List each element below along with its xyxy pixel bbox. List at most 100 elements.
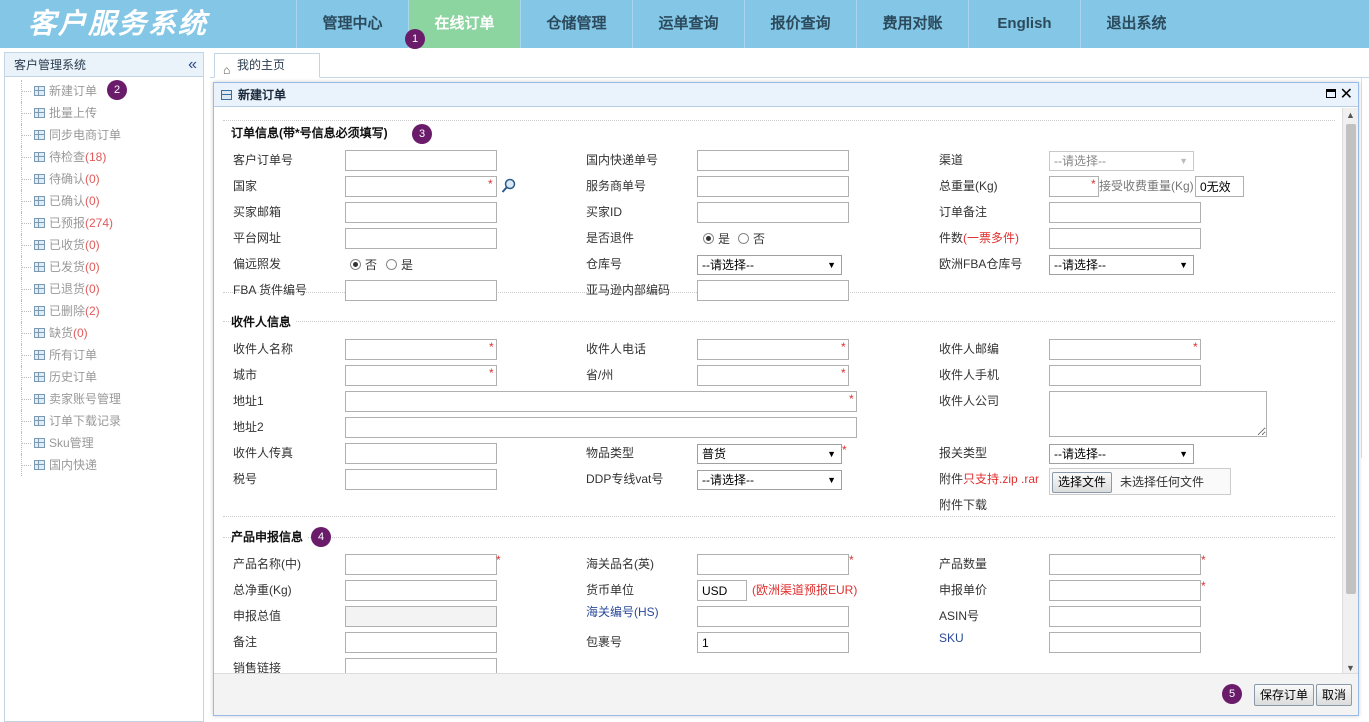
eu-fba-select[interactable]: --请选择-- ▼ <box>1049 255 1194 275</box>
cancel-button[interactable]: 取消 <box>1316 684 1353 706</box>
asin-input[interactable] <box>1049 606 1201 627</box>
sidebar-item[interactable]: 历史订单 <box>5 366 203 388</box>
remote-no-radio[interactable] <box>350 259 361 270</box>
sidebar-item[interactable]: 国内快递 <box>5 454 203 476</box>
address1-input[interactable] <box>345 391 857 412</box>
receiver-company-textarea[interactable] <box>1049 391 1267 437</box>
search-icon[interactable] <box>501 178 517 194</box>
label-receiver-mobile: 收件人手机 <box>939 368 1000 382</box>
ddp-vat-select[interactable]: --请选择-- ▼ <box>697 470 842 490</box>
receiver-fax-input[interactable] <box>345 443 497 464</box>
sidebar-item[interactable]: 批量上传 <box>5 102 203 124</box>
service-no-input[interactable] <box>697 176 849 197</box>
product-name-cn-input[interactable] <box>345 554 497 575</box>
domestic-express-no-input[interactable] <box>697 150 849 171</box>
save-order-button[interactable]: 保存订单 <box>1254 684 1315 706</box>
return-yes-radio[interactable] <box>703 233 714 244</box>
amazon-code-input[interactable] <box>697 280 849 301</box>
label-address2: 地址2 <box>233 420 264 434</box>
tab-home-label: 我的主页 <box>237 58 286 72</box>
sidebar-item[interactable]: 已退货(0) <box>5 278 203 300</box>
currency-input[interactable] <box>697 580 747 601</box>
product-qty-input[interactable] <box>1049 554 1201 575</box>
nav-english[interactable]: English <box>968 0 1080 48</box>
collapse-icon[interactable]: « <box>188 55 197 75</box>
remote-yes-radio[interactable] <box>386 259 397 270</box>
label-gross-weight: 总重量(Kg) <box>939 179 998 193</box>
nav-quote-query[interactable]: 报价查询 <box>744 0 856 48</box>
close-icon[interactable]: ✕ <box>1340 83 1353 107</box>
required-mark: * <box>489 340 494 354</box>
label-sku[interactable]: SKU <box>939 628 964 648</box>
sidebar-item[interactable]: 已发货(0) <box>5 256 203 278</box>
sidebar-item[interactable]: 新建订单 <box>5 80 203 102</box>
scroll-up-icon[interactable]: ▲ <box>1346 110 1355 120</box>
buyer-id-input[interactable] <box>697 202 849 223</box>
nav-warehouse[interactable]: 仓储管理 <box>520 0 632 48</box>
city-input[interactable] <box>345 365 497 386</box>
label-city: 城市 <box>233 368 258 382</box>
required-mark: * <box>849 392 854 406</box>
sidebar-item[interactable]: Sku管理 <box>5 432 203 454</box>
pieces-input[interactable] <box>1049 228 1201 249</box>
address2-input[interactable] <box>345 417 857 438</box>
sidebar-item[interactable]: 同步电商订单 <box>5 124 203 146</box>
app-logo: 客户服务系统 <box>28 7 209 40</box>
remark-input[interactable] <box>345 632 497 653</box>
platform-url-input[interactable] <box>345 228 497 249</box>
sidebar-item-label: 待确认 <box>49 172 86 186</box>
package-no-input[interactable] <box>697 632 849 653</box>
nav-waybill-query[interactable]: 运单查询 <box>632 0 744 48</box>
customs-name-en-input[interactable] <box>697 554 849 575</box>
order-note-input[interactable] <box>1049 202 1201 223</box>
dialog-scrollbar[interactable]: ▲ ▼ <box>1342 108 1358 675</box>
goods-type-select[interactable]: 普货 ▼ <box>697 444 842 464</box>
return-no-radio[interactable] <box>738 233 749 244</box>
sidebar-item[interactable]: 已预报(274) <box>5 212 203 234</box>
sku-input[interactable] <box>1049 632 1201 653</box>
sidebar-item[interactable]: 缺货(0) <box>5 322 203 344</box>
sidebar-item[interactable]: 订单下载记录 <box>5 410 203 432</box>
sidebar-item[interactable]: 待确认(0) <box>5 168 203 190</box>
accept-weight-input[interactable] <box>1195 176 1244 197</box>
sidebar-item-label: 批量上传 <box>49 106 98 120</box>
state-input[interactable] <box>697 365 849 386</box>
grid-icon <box>34 174 45 184</box>
unit-price-input[interactable] <box>1049 580 1201 601</box>
sidebar-item[interactable]: 卖家账号管理 <box>5 388 203 410</box>
sidebar-item[interactable]: 已收货(0) <box>5 234 203 256</box>
background-page-edge <box>1361 78 1369 458</box>
scrollbar-thumb[interactable] <box>1346 124 1356 594</box>
buyer-email-input[interactable] <box>345 202 497 223</box>
tab-home[interactable]: ⌂ 我的主页 <box>214 53 320 78</box>
choose-file-button[interactable]: 选择文件 <box>1052 472 1113 493</box>
receiver-phone-input[interactable] <box>697 339 849 360</box>
fba-no-input[interactable] <box>345 280 497 301</box>
nav-billing[interactable]: 费用对账 <box>856 0 968 48</box>
label-hs-code[interactable]: 海关编号(HS) <box>586 602 659 622</box>
sidebar-item-count: (0) <box>85 282 100 296</box>
label-service-no: 服务商单号 <box>586 179 647 193</box>
receiver-name-input[interactable] <box>345 339 497 360</box>
sidebar-item[interactable]: 待检查(18) <box>5 146 203 168</box>
sidebar-item[interactable]: 所有订单 <box>5 344 203 366</box>
tax-no-input[interactable] <box>345 469 497 490</box>
nav-logout[interactable]: 退出系统 <box>1080 0 1192 48</box>
sidebar-item[interactable]: 已删除(2) <box>5 300 203 322</box>
receiver-mobile-input[interactable] <box>1049 365 1201 386</box>
sidebar-item-label: 已退货 <box>49 282 86 296</box>
scroll-down-icon[interactable]: ▼ <box>1346 663 1355 673</box>
label-domestic-express-no: 国内快递单号 <box>586 153 659 167</box>
customer-order-no-input[interactable] <box>345 150 497 171</box>
maximize-icon[interactable] <box>1326 89 1336 98</box>
channel-select[interactable]: --请选择-- ▼ <box>1049 151 1194 171</box>
sidebar-item-label: 已删除 <box>49 304 86 318</box>
customs-type-select[interactable]: --请选择-- ▼ <box>1049 444 1194 464</box>
sidebar-item[interactable]: 已确认(0) <box>5 190 203 212</box>
country-input[interactable] <box>345 176 497 197</box>
net-weight-input[interactable] <box>345 580 497 601</box>
warehouse-select[interactable]: --请选择-- ▼ <box>697 255 842 275</box>
nav-management-center[interactable]: 管理中心 <box>296 0 408 48</box>
receiver-zip-input[interactable] <box>1049 339 1201 360</box>
hs-code-input[interactable] <box>697 606 849 627</box>
